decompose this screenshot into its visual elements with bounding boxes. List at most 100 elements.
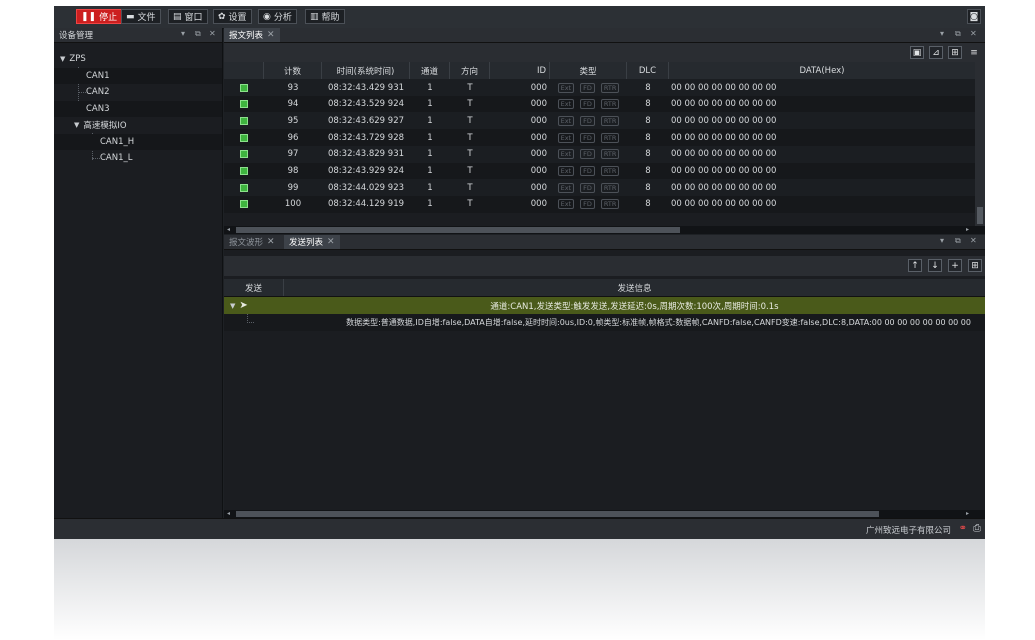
table-row[interactable]: 97 08:32:43.829 931 1 T 000 Ext FD RTR 8 00 00 00… <box>224 145 975 163</box>
cell-channel: 1 <box>427 99 433 110</box>
panel-close-icon[interactable]: ✕ <box>209 29 216 38</box>
send-arrow-icon[interactable]: ➤ <box>239 300 247 311</box>
close-icon[interactable]: ✕ <box>327 237 335 247</box>
caret-down-icon[interactable]: ▼ <box>60 55 65 63</box>
col-channel[interactable]: 通道 <box>410 62 450 79</box>
device-panel-title: 设备管理 <box>54 28 98 42</box>
screenshot-button[interactable]: ◙ <box>967 9 981 24</box>
scroll-right-icon[interactable]: ▸ <box>966 510 969 517</box>
close-icon[interactable]: ✕ <box>267 30 275 40</box>
cell-dlc: 8 <box>645 115 651 126</box>
clear-button[interactable]: ▣ <box>910 46 924 59</box>
col-status <box>224 62 264 79</box>
tree-item-can1-l[interactable]: CAN1_L <box>54 150 222 166</box>
connection-icon[interactable]: ⚭ <box>959 523 967 534</box>
type-tag: FD <box>580 166 595 176</box>
send-horizontal-scrollbar[interactable]: ◂ ▸ <box>224 510 985 518</box>
col-dlc[interactable]: DLC <box>627 62 669 79</box>
row-status-cell <box>224 112 264 129</box>
tree-item-can2[interactable]: CAN2 <box>54 84 222 100</box>
message-vertical-scrollbar[interactable] <box>975 62 985 226</box>
tab-label: 报文列表 <box>229 31 264 41</box>
move-up-button[interactable]: ↑ <box>908 259 922 272</box>
panel-float-icon[interactable]: ⧉ <box>955 236 961 246</box>
type-tag: FD <box>580 182 595 193</box>
cell-id: 000 <box>530 82 547 93</box>
arrow-up-icon: ↑ <box>911 260 919 271</box>
settings-menu-button[interactable]: ✿ 设置 <box>213 9 252 24</box>
table-row[interactable]: 96 08:32:43.729 928 1 T 000 Ext FD RTR 8 00 00 00… <box>224 129 975 147</box>
table-row[interactable]: 94 08:32:43.529 924 1 T 000 Ext FD RTR 8 00 00 00… <box>224 95 975 113</box>
col-send-info[interactable]: 发送信息 <box>284 279 985 296</box>
col-time[interactable]: 时间(系统时间) <box>322 62 410 79</box>
window-reflection <box>54 539 985 640</box>
col-id[interactable]: ID <box>490 62 550 79</box>
panel-float-icon[interactable]: ⧉ <box>955 29 961 39</box>
tab-message-list[interactable]: 报文列表 ✕ <box>224 28 280 42</box>
col-data[interactable]: DATA(Hex) <box>669 62 975 79</box>
window-menu-button[interactable]: ▤ 窗口 <box>168 9 208 24</box>
help-menu-button[interactable]: ▥ 帮助 <box>305 9 345 24</box>
tree-item-can1-h[interactable]: CAN1_H <box>54 134 222 150</box>
table-row[interactable]: 99 08:32:44.029 923 1 T 000 Ext FD RTR 8 00 00 00… <box>224 179 975 197</box>
panel-menu-icon[interactable]: ▾ <box>940 29 944 38</box>
panel-close-icon[interactable]: ✕ <box>970 236 977 245</box>
table-row[interactable]: 100 08:32:44.129 919 1 T 000 Ext FD RTR 8 00 00 0… <box>224 195 975 213</box>
scrollbar-thumb[interactable] <box>236 511 879 517</box>
add-button[interactable]: + <box>948 259 962 272</box>
table-row[interactable]: 93 08:32:43.429 931 1 T 000 Ext FD RTR 8 00 00 00… <box>224 79 975 96</box>
filter-button[interactable]: ⊿ <box>929 46 943 59</box>
cell-time: 08:32:43.429 931 <box>327 82 405 93</box>
col-send[interactable]: 发送 <box>224 279 284 296</box>
scroll-left-icon[interactable]: ◂ <box>227 226 230 233</box>
cell-data: 00 00 00 00 00 00 00 00 <box>671 149 777 160</box>
type-tag: Ext <box>557 99 575 110</box>
cell-data: 00 00 00 00 00 00 00 00 <box>671 132 777 143</box>
move-down-button[interactable]: ↓ <box>928 259 942 272</box>
tree-item-can3[interactable]: CAN3 <box>54 101 222 117</box>
stop-button[interactable]: ❚❚ 停止 <box>76 9 123 24</box>
scrollbar-thumb[interactable] <box>236 227 680 233</box>
send-group-row[interactable]: ▼ ➤ 通道:CAN1,发送类型:触发发送,发送延迟:0s,周期次数:100次,… <box>224 297 985 314</box>
send-detail-row[interactable]: 数据类型:普通数据,ID自增:false,DATA自增:false,延时时间:0… <box>224 314 985 331</box>
close-icon[interactable]: ✕ <box>267 237 275 247</box>
cell-dlc: 8 <box>645 182 651 193</box>
cell-dir: T <box>467 132 473 143</box>
col-type[interactable]: 类型 <box>550 62 627 79</box>
caret-down-icon[interactable]: ▼ <box>230 302 235 310</box>
panel-menu-icon[interactable]: ▾ <box>181 29 185 38</box>
more-button[interactable]: ≡ <box>967 46 981 59</box>
scroll-right-icon[interactable]: ▸ <box>966 226 969 233</box>
tree-item-zps[interactable]: ▼ ZPS <box>54 51 222 67</box>
file-menu-button[interactable]: ▬ 文件 <box>121 9 161 24</box>
table-row[interactable]: 98 08:32:43.929 924 1 T 000 Ext FD RTR 8 00 00 00… <box>224 162 975 180</box>
scroll-left-icon[interactable]: ◂ <box>227 510 230 517</box>
network-button[interactable]: ⊞ <box>948 46 962 59</box>
cell-type: Ext FD RTR <box>550 96 627 113</box>
table-row[interactable]: 95 08:32:43.629 927 1 T 000 Ext FD RTR 8 00 00 00… <box>224 112 975 130</box>
message-horizontal-scrollbar[interactable]: ◂ ▸ <box>224 226 985 234</box>
type-tag: FD <box>580 115 595 126</box>
network-button[interactable]: ⊞ <box>968 259 982 272</box>
panel-menu-icon[interactable]: ▾ <box>940 236 944 245</box>
cell-id: 000 <box>530 132 547 143</box>
network-icon: ⊞ <box>951 47 959 58</box>
caret-down-icon[interactable]: ▼ <box>74 121 79 129</box>
tree-item-high-speed-io[interactable]: ▼ 高速模拟IO <box>54 117 222 133</box>
printer-icon[interactable]: ⎙ <box>973 523 981 534</box>
tab-message-waveform[interactable]: 报文波形 ✕ <box>224 235 280 249</box>
scrollbar-thumb[interactable] <box>977 207 983 224</box>
tab-send-list[interactable]: 发送列表 ✕ <box>284 235 340 249</box>
col-count[interactable]: 计数 <box>264 62 322 79</box>
cell-channel: 1 <box>427 182 433 193</box>
panel-close-icon[interactable]: ✕ <box>970 29 977 38</box>
col-direction[interactable]: 方向 <box>450 62 490 79</box>
tree-item-can1[interactable]: CAN1 <box>54 68 222 84</box>
cell-dlc: 8 <box>645 199 651 210</box>
type-tag: FD <box>580 132 595 143</box>
panel-float-icon[interactable]: ⧉ <box>195 29 201 39</box>
cell-count: 95 <box>287 115 299 126</box>
row-status-cell <box>224 96 264 113</box>
analysis-menu-button[interactable]: ◉ 分析 <box>258 9 297 24</box>
type-tag: FD <box>580 82 595 93</box>
